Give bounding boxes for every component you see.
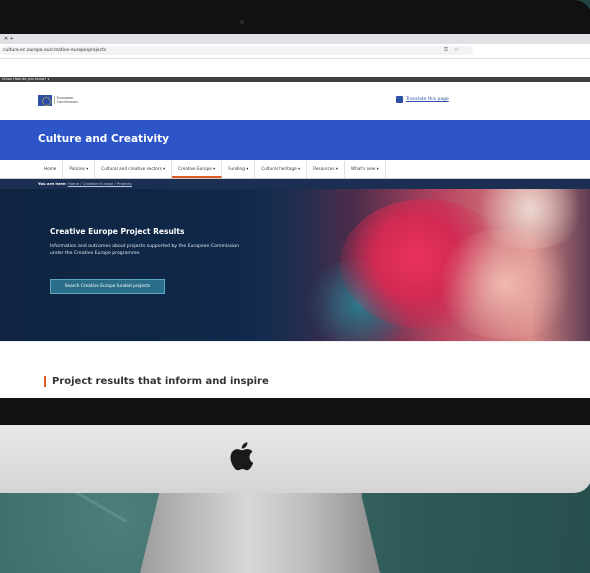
translate-label: Translate this page [406, 97, 449, 102]
monitor-chin [0, 425, 590, 493]
nav-item-policies[interactable]: Policies ▾ [63, 160, 96, 178]
url-field[interactable]: culture.ec.europa.eu/creative-europe/pro… [0, 46, 473, 55]
nav-item-creative-europe[interactable]: Creative Europe ▾ [172, 160, 223, 178]
browser-tab-strip[interactable]: ✕ + [0, 34, 590, 44]
hero-title: Creative Europe Project Results [50, 227, 185, 236]
apple-logo-icon [230, 442, 254, 471]
eu-flag-icon [38, 94, 52, 106]
monitor-stand [140, 493, 380, 573]
breadcrumb-prefix: You are here: [38, 181, 67, 186]
main-nav: Home Policies ▾ Cultural and creative se… [0, 160, 590, 179]
nav-item-cultural-heritage[interactable]: Cultural heritage ▾ [255, 160, 308, 178]
translate-link[interactable]: Translate this page [396, 96, 449, 103]
site-banner: Culture and Creativity [0, 120, 590, 160]
bookmarks-bar [0, 59, 590, 77]
hero-description: Information and outcomes about projects … [50, 244, 239, 256]
ec-logo-text: European Commission [53, 96, 90, 104]
imac-display: ✕ + culture.ec.europa.eu/creative-europe… [0, 0, 590, 573]
address-bar: culture.ec.europa.eu/creative-europe/pro… [0, 44, 590, 59]
breadcrumb: You are here: Home / Creative Europe / P… [0, 179, 590, 189]
nav-item-funding[interactable]: Funding ▾ [222, 160, 256, 178]
search-projects-button[interactable]: Search Creative Europe funded projects [50, 279, 165, 294]
main-content: Project results that inform and inspire [0, 341, 590, 398]
browser-screen: ✕ + culture.ec.europa.eu/creative-europe… [0, 34, 590, 398]
hero-overlay [0, 189, 340, 341]
nav-item-whats-new[interactable]: What's new ▾ [345, 160, 386, 178]
key-icon[interactable]: ⚿ [444, 47, 448, 53]
ec-header: European Commission Translate this page [0, 82, 590, 120]
hero-banner: Creative Europe Project Results Informat… [0, 189, 590, 341]
hero-artwork [430, 229, 580, 339]
star-icon[interactable]: ☆ [454, 47, 458, 53]
nav-item-home[interactable]: Home [38, 160, 64, 178]
breadcrumb-trail[interactable]: Home / Creative Europe / Projects [68, 181, 132, 186]
ec-logo[interactable]: European Commission [38, 92, 90, 108]
site-title[interactable]: Culture and Creativity [38, 133, 169, 145]
nav-item-resources[interactable]: Resources ▾ [307, 160, 345, 178]
translate-icon [396, 96, 403, 103]
section-title: Project results that inform and inspire [44, 376, 269, 387]
webcam [240, 20, 244, 24]
nav-item-cultural-creative-sectors[interactable]: Cultural and creative sectors ▾ [95, 160, 173, 178]
